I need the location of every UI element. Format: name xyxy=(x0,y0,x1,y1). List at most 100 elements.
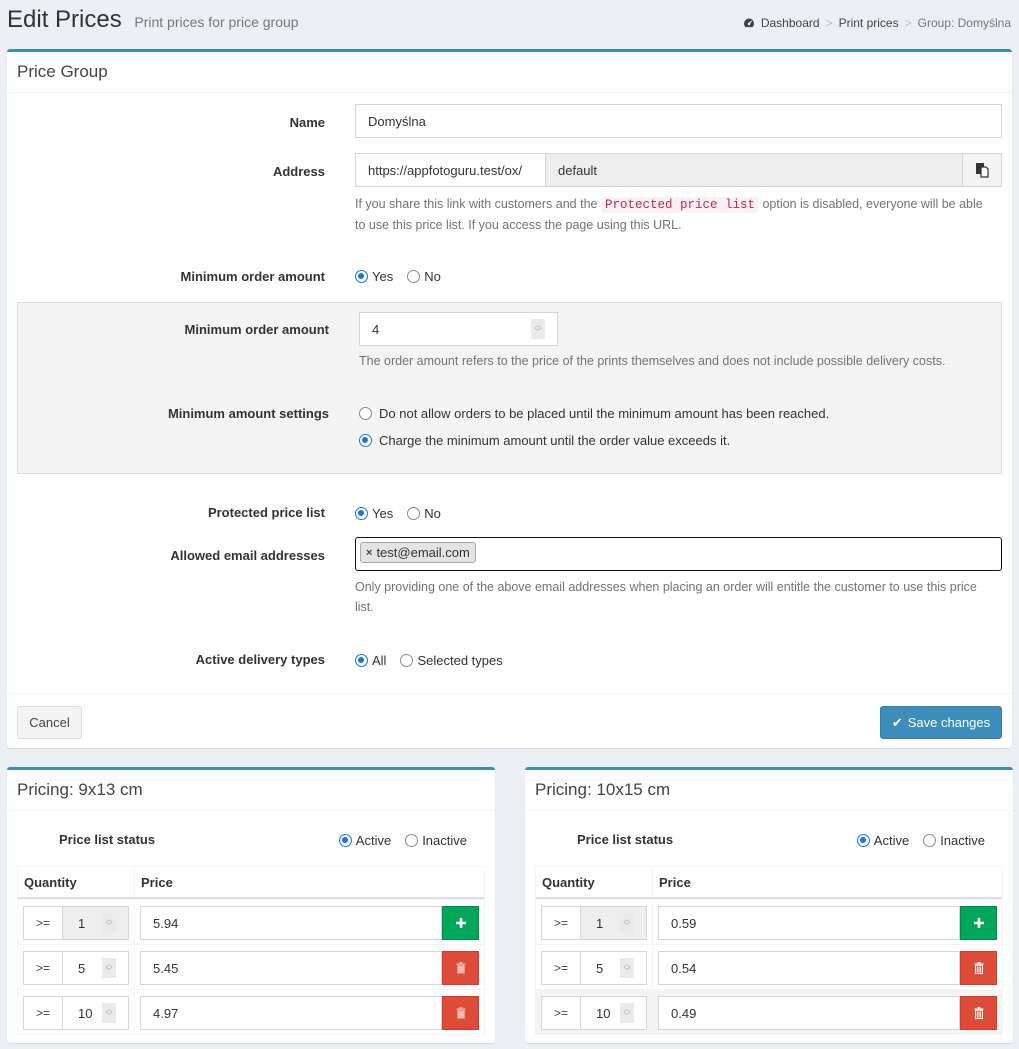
table-row: >= 10 ︿ ﹀ 0.49 xyxy=(536,989,1002,1034)
price-group-title: Price Group xyxy=(7,52,1012,93)
address-label: Address xyxy=(272,164,325,179)
operator-label: >= xyxy=(542,952,581,984)
price-input[interactable]: 0.54 xyxy=(658,951,960,985)
price-input[interactable]: 4.97 xyxy=(140,996,442,1030)
min-order-no-radio[interactable]: No xyxy=(407,269,441,284)
page-subtitle: Print prices for price group xyxy=(134,14,299,30)
quantity-stepper[interactable]: 1 ︿ ﹀ xyxy=(581,907,646,939)
save-changes-button[interactable]: ✔ Save changes xyxy=(880,706,1002,739)
protected-toggle: Yes No xyxy=(355,506,441,521)
delete-row-button[interactable] xyxy=(442,996,479,1030)
address-prefix: https://appfotoguru.test/ox/ xyxy=(355,153,546,187)
radio-label: Do not allow orders to be placed until t… xyxy=(379,406,830,421)
radio-label: Yes xyxy=(372,506,394,521)
quantity-stepper[interactable]: 10 ︿ ﹀ xyxy=(63,997,128,1029)
table-row: >= 5 ︿ ﹀ 0.54 xyxy=(536,944,1002,989)
delete-row-button[interactable] xyxy=(960,996,997,1030)
min-order-amount-input[interactable]: 4 ︿ ﹀ xyxy=(359,312,558,346)
address-help: If you share this link with customers an… xyxy=(355,194,995,235)
spinner-icon[interactable]: ︿ ﹀ xyxy=(102,958,116,978)
spinner-icon[interactable]: ︿ ﹀ xyxy=(531,319,545,339)
breadcrumb-separator: > xyxy=(825,16,833,30)
radio-checked-icon xyxy=(856,834,870,847)
spinner-icon[interactable]: ︿ ﹀ xyxy=(620,958,634,978)
price-input[interactable]: 5.45 xyxy=(140,951,442,985)
delivery-selected-radio[interactable]: Selected types xyxy=(400,653,503,668)
quantity-value: 1 xyxy=(596,915,604,931)
price-table: Quantity Price >= 1 ︿ ﹀ 5.94 >= 5 ︿ ﹀ 5.45 >… xyxy=(17,866,485,1035)
radio-unchecked-icon xyxy=(405,834,419,847)
address-input[interactable]: default xyxy=(545,153,963,187)
quantity-group: >= 10 ︿ ﹀ xyxy=(23,996,129,1030)
trash-icon xyxy=(974,1007,983,1019)
trash-icon xyxy=(456,962,465,974)
quantity-group: >= 5 ︿ ﹀ xyxy=(541,951,647,985)
radio-label: Yes xyxy=(372,269,394,284)
quantity-value: 1 xyxy=(78,915,86,931)
quantity-group: >= 1 ︿ ﹀ xyxy=(541,906,647,940)
price-input[interactable]: 0.59 xyxy=(658,906,960,940)
price-table-header: Quantity Price xyxy=(18,867,484,899)
table-row: >= 5 ︿ ﹀ 5.45 xyxy=(18,944,484,989)
protected-yes-radio[interactable]: Yes xyxy=(355,506,393,521)
price-input[interactable]: 0.49 xyxy=(658,996,960,1030)
add-row-button[interactable] xyxy=(442,906,479,940)
emails-tag-input[interactable]: × test@email.com xyxy=(355,537,1002,571)
min-amount-settings-label: Minimum amount settings xyxy=(167,406,329,421)
status-inactive-radio[interactable]: Inactive xyxy=(923,833,985,848)
status-inactive-radio[interactable]: Inactive xyxy=(405,833,467,848)
remove-tag-icon[interactable]: × xyxy=(366,547,372,559)
add-row-button[interactable] xyxy=(960,906,997,940)
radio-label: All xyxy=(372,653,387,668)
quantity-stepper[interactable]: 10 ︿ ﹀ xyxy=(581,997,646,1029)
min-settings-option-charge[interactable]: Charge the minimum amount until the orde… xyxy=(359,433,730,448)
price-table-header: Quantity Price xyxy=(536,867,1002,899)
breadcrumb-print-prices[interactable]: Print prices xyxy=(839,16,899,30)
min-settings-option-block[interactable]: Do not allow orders to be placed until t… xyxy=(359,406,829,421)
pricing-title: Pricing: 9x13 cm xyxy=(7,770,495,811)
plus-icon xyxy=(455,918,466,928)
check-icon: ✔ xyxy=(891,714,903,730)
name-label: Name xyxy=(289,115,325,130)
radio-unchecked-icon xyxy=(359,407,372,420)
price-list-status-label: Price list status xyxy=(577,832,674,847)
min-order-yes-radio[interactable]: Yes xyxy=(355,269,393,284)
quantity-value: 5 xyxy=(596,960,604,976)
quantity-stepper[interactable]: 1 ︿ ﹀ xyxy=(63,907,128,939)
status-active-radio[interactable]: Active xyxy=(856,833,909,848)
emails-label: Allowed email addresses xyxy=(170,548,325,563)
quantity-stepper[interactable]: 5 ︿ ﹀ xyxy=(63,952,128,984)
cancel-button[interactable]: Cancel xyxy=(17,706,82,739)
quantity-value: 5 xyxy=(78,960,86,976)
spinner-icon[interactable]: ︿ ﹀ xyxy=(620,1003,634,1023)
radio-label: Selected types xyxy=(417,653,503,668)
status-active-radio[interactable]: Active xyxy=(338,833,391,848)
copy-button[interactable] xyxy=(962,153,1002,187)
email-tag-label: test@email.com xyxy=(376,545,470,560)
name-input[interactable]: Domyślna xyxy=(355,104,1002,138)
radio-checked-icon xyxy=(355,507,368,520)
quantity-group: >= 10 ︿ ﹀ xyxy=(541,996,647,1030)
spinner-icon[interactable]: ︿ ﹀ xyxy=(620,913,634,933)
min-order-amount-help: The order amount refers to the price of … xyxy=(359,354,946,368)
min-order-toggle: Yes No xyxy=(355,269,441,284)
radio-checked-icon xyxy=(355,654,368,667)
breadcrumb-separator: > xyxy=(904,16,912,30)
spinner-icon[interactable]: ︿ ﹀ xyxy=(102,913,116,933)
page-title-text: Edit Prices xyxy=(7,6,122,33)
protected-no-radio[interactable]: No xyxy=(407,506,441,521)
radio-unchecked-icon xyxy=(407,507,421,520)
protected-label: Protected price list xyxy=(207,505,325,520)
quantity-stepper[interactable]: 5 ︿ ﹀ xyxy=(581,952,646,984)
copy-icon xyxy=(976,163,989,178)
delete-row-button[interactable] xyxy=(960,951,997,985)
spinner-icon[interactable]: ︿ ﹀ xyxy=(102,1003,116,1023)
breadcrumb-dashboard[interactable]: Dashboard xyxy=(761,16,820,30)
price-input[interactable]: 5.94 xyxy=(140,906,442,940)
delivery-all-radio[interactable]: All xyxy=(355,653,386,668)
emails-help: Only providing one of the above email ad… xyxy=(355,580,977,614)
delete-row-button[interactable] xyxy=(442,951,479,985)
radio-unchecked-icon xyxy=(923,834,937,847)
col-price: Price xyxy=(141,875,173,890)
radio-label: No xyxy=(424,269,441,284)
